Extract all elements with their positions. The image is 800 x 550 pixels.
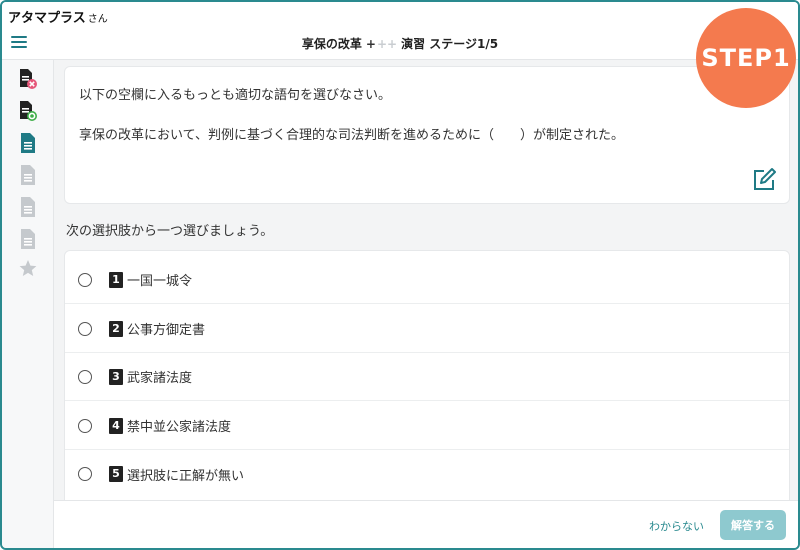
question-text: 享保の改革において、判例に基づく合理的な司法判断を進めるために（ ）が制定された…	[79, 128, 624, 143]
radio-button[interactable]	[78, 418, 92, 433]
plus-empty: ++	[376, 37, 398, 51]
doc-correct-icon[interactable]	[18, 100, 38, 122]
stage-label: ステージ1/5	[429, 37, 499, 51]
main-content: 以下の空欄に入るもっとも適切な語句を選びなさい。 享保の改革において、判例に基づ…	[54, 60, 798, 500]
radio-button[interactable]	[78, 467, 92, 481]
choice-number: 2	[109, 320, 123, 337]
choice-label: 禁中並公家諸法度	[127, 420, 232, 435]
choices-list: 1 一国一城令 2 公事方御定書 3 武家諸法度 4 禁中並公家諸法度 5 選択…	[64, 250, 790, 500]
doc-icon[interactable]	[18, 164, 38, 186]
user-greeting: アタマプラス さん	[2, 2, 798, 26]
choice-option-4[interactable]: 4 禁中並公家諸法度	[65, 402, 789, 450]
radio-button[interactable]	[78, 321, 92, 336]
radio-button[interactable]	[78, 272, 92, 287]
doc-wrong-icon[interactable]	[18, 68, 38, 90]
user-suffix: さん	[87, 14, 108, 25]
choice-number: 1	[109, 271, 123, 288]
doc-icon[interactable]	[18, 196, 38, 218]
mode-label: 演習	[401, 37, 426, 51]
plus-filled: +	[365, 37, 376, 51]
radio-button[interactable]	[78, 369, 92, 384]
doc-icon[interactable]	[18, 228, 38, 250]
header-bar: 享保の改革 +++ 演習 ステージ1/5	[2, 26, 798, 60]
choice-number: 4	[109, 417, 123, 434]
choice-label: 一国一城令	[127, 274, 193, 289]
sidebar	[2, 60, 54, 548]
submit-answer-button[interactable]: 解答する	[720, 510, 786, 540]
user-name: アタマプラス	[8, 11, 86, 26]
app-frame: アタマプラス さん 享保の改革 +++ 演習 ステージ1/5 STEP1 以下の…	[0, 0, 800, 550]
choice-number: 3	[109, 368, 123, 385]
choice-prompt: 次の選択肢から一つ選びましょう。	[66, 224, 274, 239]
choice-label: 公事方御定書	[127, 323, 206, 338]
edit-note-icon[interactable]	[751, 167, 777, 193]
choice-label: 選択肢に正解が無い	[127, 468, 245, 484]
choice-number: 5	[109, 466, 123, 482]
question-instruction: 以下の空欄に入るもっとも適切な語句を選びなさい。	[79, 88, 392, 103]
choice-option-1[interactable]: 1 一国一城令	[65, 256, 789, 304]
choice-option-2[interactable]: 2 公事方御定書	[65, 305, 789, 353]
choice-option-5[interactable]: 5 選択肢に正解が無い	[65, 450, 789, 498]
page-title: 享保の改革 +++ 演習 ステージ1/5	[2, 35, 798, 52]
doc-current-icon[interactable]	[18, 132, 38, 154]
unit-title: 享保の改革	[301, 37, 362, 51]
footer-bar: わからない 解答する	[54, 500, 798, 548]
choice-option-3[interactable]: 3 武家諸法度	[65, 353, 789, 401]
choice-label: 武家諸法度	[127, 371, 193, 386]
dont-know-link[interactable]: わからない	[649, 518, 704, 534]
star-icon[interactable]	[18, 258, 38, 280]
question-card: 以下の空欄に入るもっとも適切な語句を選びなさい。 享保の改革において、判例に基づ…	[64, 66, 790, 204]
step-badge: STEP1	[696, 8, 796, 108]
